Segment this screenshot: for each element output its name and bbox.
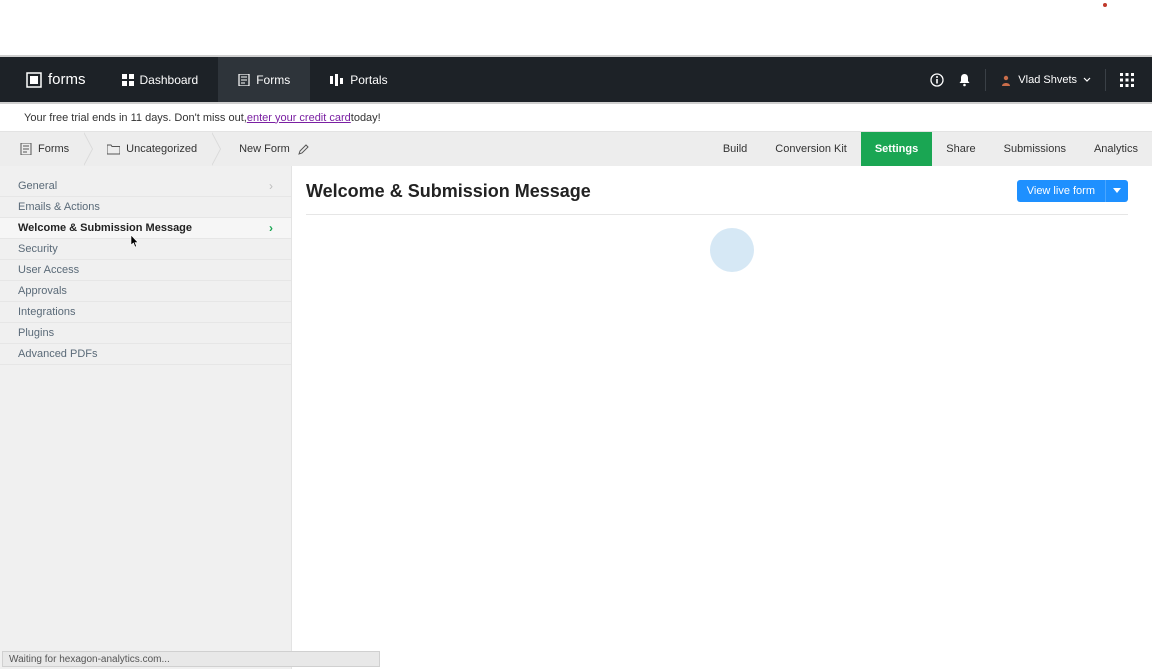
sidebar-item-general[interactable]: General › (0, 176, 291, 197)
sidebar-item-plugins[interactable]: Plugins (0, 323, 291, 344)
brand[interactable]: forms (0, 71, 102, 88)
bell-icon[interactable] (958, 73, 971, 87)
portals-icon (330, 74, 344, 86)
sidebar-item-user-access[interactable]: User Access (0, 260, 291, 281)
sidebar-item-label: General (18, 180, 57, 192)
trial-banner: Your free trial ends in 11 days. Don't m… (0, 104, 1152, 132)
sidebar-item-label: Welcome & Submission Message (18, 222, 192, 234)
caret-down-icon (1113, 188, 1121, 194)
sidebar-item-label: Integrations (18, 306, 75, 318)
divider (1105, 69, 1106, 91)
tab-label: Analytics (1094, 143, 1138, 155)
tab-build[interactable]: Build (709, 132, 761, 166)
crumb-label: New Form (239, 143, 290, 155)
sidebar-item-emails-actions[interactable]: Emails & Actions (0, 197, 291, 218)
loading-spinner (710, 228, 754, 272)
page-title: Welcome & Submission Message (306, 181, 591, 202)
trial-text-prefix: Your free trial ends in 11 days. Don't m… (24, 112, 247, 124)
tab-label: Conversion Kit (775, 143, 847, 155)
recording-dot (1103, 3, 1107, 7)
tab-analytics[interactable]: Analytics (1080, 132, 1152, 166)
form-list-icon (20, 143, 32, 155)
content-area: Welcome & Submission Message View live f… (292, 166, 1152, 669)
sidebar-item-welcome-submission[interactable]: Welcome & Submission Message › (0, 218, 291, 239)
sidebar-item-approvals[interactable]: Approvals (0, 281, 291, 302)
divider (985, 69, 986, 91)
sidebar-item-security[interactable]: Security (0, 239, 291, 260)
tab-settings[interactable]: Settings (861, 132, 932, 166)
sidebar-item-label: User Access (18, 264, 79, 276)
nav-item-label: Forms (256, 73, 290, 87)
settings-sidebar: General › Emails & Actions Welcome & Sub… (0, 166, 292, 669)
trial-text-suffix: today! (351, 112, 381, 124)
nav-item-label: Dashboard (140, 73, 199, 87)
pencil-icon[interactable] (298, 144, 309, 155)
tab-submissions[interactable]: Submissions (990, 132, 1080, 166)
crumb-new-form[interactable]: New Form (211, 132, 323, 166)
view-live-form-button[interactable]: View live form (1017, 180, 1105, 202)
chevron-down-icon (1083, 77, 1091, 83)
tab-label: Share (946, 143, 975, 155)
crumb-label: Uncategorized (126, 143, 197, 155)
view-live-dropdown[interactable] (1105, 180, 1128, 202)
nav-portals[interactable]: Portals (310, 57, 407, 102)
info-icon[interactable] (930, 73, 944, 87)
enter-credit-card-link[interactable]: enter your credit card (247, 112, 351, 124)
nav-forms[interactable]: Forms (218, 57, 310, 102)
crumb-forms[interactable]: Forms (0, 132, 83, 166)
status-text: Waiting for hexagon-analytics.com... (9, 654, 170, 665)
tab-conversion-kit[interactable]: Conversion Kit (761, 132, 861, 166)
crumb-label: Forms (38, 143, 69, 155)
sidebar-item-label: Security (18, 243, 58, 255)
forms-icon (238, 74, 250, 86)
sidebar-item-label: Plugins (18, 327, 54, 339)
sidebar-item-advanced-pdfs[interactable]: Advanced PDFs (0, 344, 291, 365)
folder-icon (107, 144, 120, 155)
tab-share[interactable]: Share (932, 132, 989, 166)
tab-label: Settings (875, 143, 918, 155)
apps-grid-icon[interactable] (1120, 73, 1134, 87)
tab-label: Submissions (1004, 143, 1066, 155)
sidebar-item-label: Advanced PDFs (18, 348, 97, 360)
nav-dashboard[interactable]: Dashboard (102, 57, 219, 102)
breadcrumb-bar: Forms Uncategorized New Form Build Conve… (0, 132, 1152, 166)
dashboard-icon (122, 74, 134, 86)
sidebar-item-label: Emails & Actions (18, 201, 100, 213)
crumb-uncategorized[interactable]: Uncategorized (83, 132, 211, 166)
user-avatar-icon (1000, 74, 1012, 86)
chevron-right-icon: › (269, 221, 273, 235)
brand-name: forms (48, 71, 86, 88)
top-navbar: forms Dashboard Forms Portals (0, 55, 1152, 104)
brand-logo-icon (26, 72, 42, 88)
sidebar-item-integrations[interactable]: Integrations (0, 302, 291, 323)
sidebar-item-label: Approvals (18, 285, 67, 297)
user-name: Vlad Shvets (1018, 74, 1077, 86)
user-menu[interactable]: Vlad Shvets (1000, 74, 1091, 86)
browser-status-bar: Waiting for hexagon-analytics.com... (2, 651, 380, 667)
chevron-right-icon: › (269, 179, 273, 193)
tab-label: Build (723, 143, 747, 155)
nav-item-label: Portals (350, 73, 387, 87)
